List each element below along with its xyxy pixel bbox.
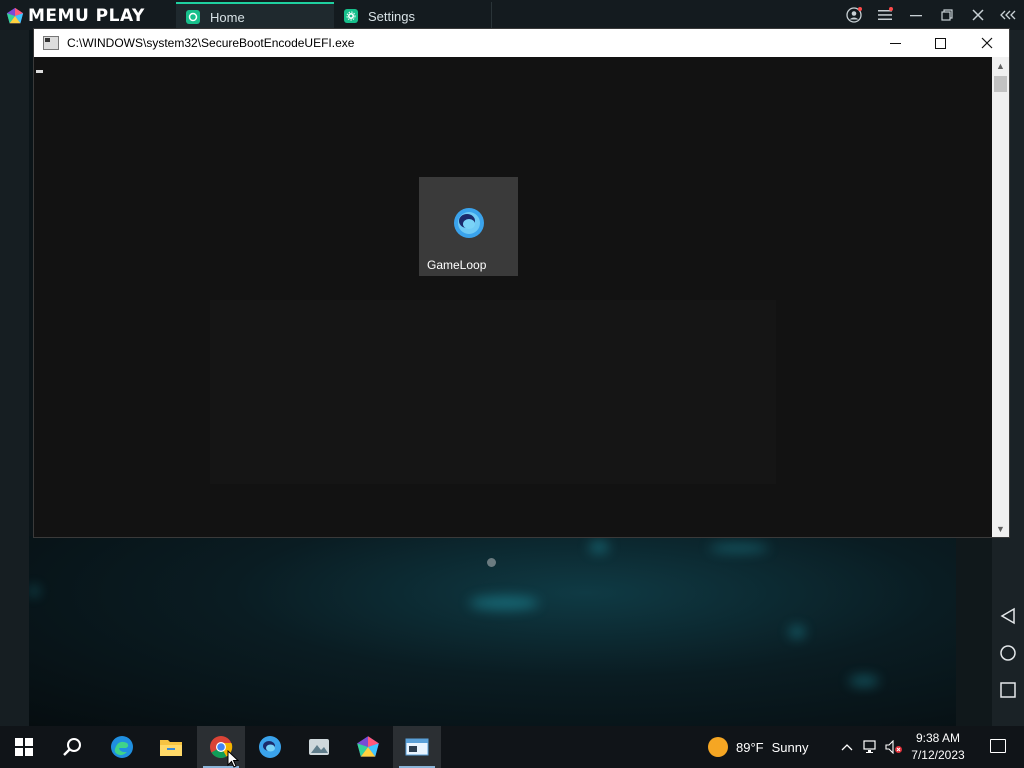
memu-brand-text: MEMU PLAY [28,6,145,26]
gameloop-icon [259,736,281,758]
start-icon [15,738,33,756]
scroll-up-icon[interactable]: ▲ [992,57,1009,74]
restore-icon[interactable] [931,0,962,30]
memu-left-edge [0,30,29,726]
gameloop-desktop-icon[interactable]: GameLoop [419,177,518,276]
tray-overflow-chevron-icon[interactable] [836,726,858,768]
console-app-icon [405,738,429,756]
home-page-indicator [487,558,496,567]
console-scrollbar[interactable]: ▲ ▼ [992,57,1009,537]
file-explorer-icon [160,740,182,756]
volume-muted-icon[interactable] [883,726,905,768]
console-taskbar-button[interactable] [393,726,441,768]
network-icon[interactable] [860,726,882,768]
scroll-down-icon[interactable]: ▼ [992,520,1009,537]
gameloop-icon [454,208,484,238]
console-maximize-button[interactable] [918,29,963,57]
edge-icon [111,736,133,758]
notification-center-icon[interactable] [990,739,1006,753]
weather-condition: Sunny [771,739,809,755]
edge-taskbar-button[interactable] [98,726,146,768]
console-app-icon [43,36,59,50]
search-button[interactable] [48,726,96,768]
home-nav-icon[interactable] [998,643,1018,663]
menu-icon[interactable] [869,0,900,30]
tab-settings-label: Settings [368,8,415,24]
mouse-pointer-icon [227,750,239,768]
collapse-sidebar-icon[interactable] [993,0,1024,30]
clock-date: 7/12/2023 [911,748,965,762]
gameloop-label: GameLoop [427,258,487,272]
taskbar-clock[interactable]: 9:38 AM 7/12/2023 [906,730,970,764]
back-nav-icon[interactable] [998,606,1018,626]
tab-home-label: Home [210,9,245,25]
memu-logo: MEMU PLAY [6,6,145,26]
search-icon [63,738,81,756]
weather-temp: 89°F [736,739,764,755]
home-tab-icon [186,10,200,24]
windows-taskbar: 89°F Sunny 9:38 AM 7/12/2023 [0,726,1024,768]
memu-taskbar-button[interactable] [344,726,392,768]
sunny-weather-icon [708,737,728,757]
gameloop-taskbar-button[interactable] [246,726,294,768]
close-icon[interactable] [962,0,993,30]
photos-icon [309,739,329,755]
console-close-button[interactable] [964,29,1009,57]
memu-gem-icon [6,7,24,24]
tab-home[interactable]: Home [176,2,334,30]
gear-icon [344,9,358,23]
file-explorer-taskbar-button[interactable] [147,726,195,768]
console-minimize-button[interactable] [873,29,918,57]
console-title: C:\WINDOWS\system32\SecureBootEncodeUEFI… [67,36,355,50]
console-titlebar[interactable]: C:\WINDOWS\system32\SecureBootEncodeUEFI… [34,29,1009,57]
console-cursor [36,70,43,73]
photos-taskbar-button[interactable] [295,726,343,768]
account-icon[interactable] [838,0,869,30]
recents-nav-icon[interactable] [998,680,1018,700]
tab-settings[interactable]: Settings [336,2,492,30]
console-window[interactable]: C:\WINDOWS\system32\SecureBootEncodeUEFI… [33,28,1010,538]
minimize-icon[interactable] [900,0,931,30]
memu-icon [357,736,379,757]
background-dialog-ghost [210,300,776,484]
scroll-thumb[interactable] [994,76,1007,92]
memu-titlebar: MEMU PLAY Home Settings [0,0,1024,30]
clock-time: 9:38 AM [915,731,961,745]
weather-widget[interactable]: 89°F Sunny [708,726,808,768]
console-output[interactable]: GameLoop [34,57,992,537]
memu-window-controls [838,0,1024,30]
start-button[interactable] [0,726,48,768]
